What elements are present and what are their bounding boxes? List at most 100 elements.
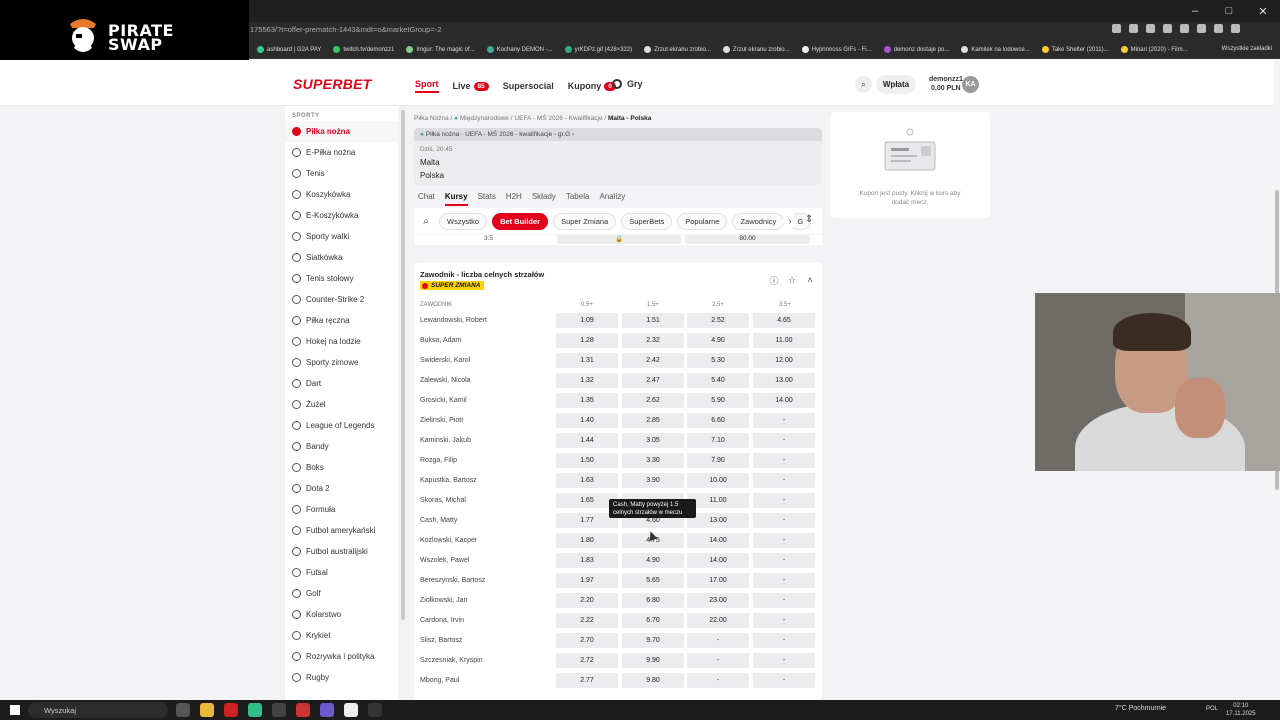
odd-button[interactable]: 1.35 [556, 393, 618, 408]
odd-button[interactable]: 3.30 [622, 453, 684, 468]
odd-button[interactable]: 1.97 [556, 573, 618, 588]
obs-icon[interactable] [272, 703, 286, 717]
filter-chip[interactable]: Popularne [677, 212, 728, 230]
sidebar-item[interactable]: Golf [285, 583, 398, 604]
event-tab[interactable]: Stats [478, 192, 496, 206]
sidebar-item[interactable]: Żużel [285, 394, 398, 415]
superbet-logo[interactable]: SUPERBET [293, 76, 372, 92]
event-tab[interactable]: Tabela [566, 192, 590, 206]
sidebar-item[interactable]: Piłka ręczna [285, 310, 398, 331]
discord-icon[interactable] [320, 703, 334, 717]
competition-header[interactable]: ● Piłka nożna · UEFA - MŚ 2026 - kwalifi… [414, 128, 822, 141]
odd-button[interactable]: 5.30 [687, 353, 749, 368]
capcut-icon[interactable] [344, 703, 358, 717]
bookmark[interactable]: yrKDPz.gif (428×322) [564, 46, 632, 53]
language-indicator[interactable]: POL [1206, 706, 1218, 712]
sidebar-item[interactable]: Counter-Strike 2 [285, 289, 398, 310]
sidebar-item[interactable]: Krykiet [285, 625, 398, 646]
bookmark[interactable]: Take Shelter (2011)... [1041, 46, 1109, 53]
sidebar-item[interactable]: Dart [285, 373, 398, 394]
event-tab[interactable]: H2H [506, 192, 522, 206]
odd-button[interactable]: 1.63 [556, 473, 618, 488]
sidebar-item[interactable]: Boks [285, 457, 398, 478]
odd-button[interactable]: 5.90 [687, 393, 749, 408]
sidebar-item[interactable]: Tenis [285, 163, 398, 184]
odd-button[interactable]: 13.00 [687, 513, 749, 528]
odd-button[interactable]: 2.42 [622, 353, 684, 368]
minimize-button[interactable]: – [1178, 0, 1212, 22]
odd-button[interactable]: 2.20 [556, 593, 618, 608]
odd-button[interactable]: 13.00 [753, 373, 815, 388]
sidebar-item[interactable]: Futbol australijski [285, 541, 398, 562]
sidebar-item[interactable]: Futsal [285, 562, 398, 583]
odd-button[interactable]: 23.00 [687, 593, 749, 608]
sidebar-item[interactable]: Dota 2 [285, 478, 398, 499]
nav-supersocial[interactable]: Supersocial [503, 79, 554, 93]
extension-icon[interactable] [1146, 24, 1155, 33]
breadcrumb-item[interactable]: Międzynarodowe [460, 115, 509, 122]
odd-button[interactable]: 6.70 [622, 613, 684, 628]
odd-button[interactable]: 2.22 [556, 613, 618, 628]
odd-button[interactable]: 80.00 [685, 235, 810, 244]
event-tab[interactable]: Kursy [444, 192, 468, 206]
odd-button[interactable]: 6.80 [622, 593, 684, 608]
close-button[interactable]: ✕ [1246, 0, 1280, 22]
star-icon[interactable]: ☆ [787, 275, 797, 285]
odd-button[interactable]: 1.80 [556, 533, 618, 548]
search-icon[interactable]: ⌕ [855, 76, 872, 93]
windows-start-icon[interactable] [10, 705, 20, 715]
sort-icon[interactable]: ⇕ [805, 214, 813, 225]
filter-chip[interactable]: Zawodnicy [732, 212, 785, 230]
sidebar-item[interactable]: Rugby [285, 667, 398, 688]
odd-button[interactable]: 4.90 [622, 553, 684, 568]
extension-icon[interactable] [1180, 24, 1189, 33]
sidebar-item[interactable]: Tenis stołowy [285, 268, 398, 289]
sidebar-scrollbar[interactable] [401, 110, 405, 620]
nav-sport[interactable]: Sport [415, 79, 439, 93]
event-tab[interactable]: Chat [418, 192, 435, 206]
chrome-icon[interactable] [248, 703, 262, 717]
sidebar-item[interactable]: Hokej na lodzie [285, 331, 398, 352]
nav-kupony[interactable]: Kupony 0 [568, 79, 616, 93]
sidebar-item[interactable]: League of Legends [285, 415, 398, 436]
odd-button[interactable]: 1.83 [556, 553, 618, 568]
sidebar-item[interactable]: E-Koszykówka [285, 205, 398, 226]
odd-button[interactable]: 2.85 [622, 413, 684, 428]
odd-button[interactable]: 3.05 [622, 433, 684, 448]
clock[interactable]: 02:10 17.11.2025 [1226, 702, 1256, 718]
odd-button[interactable]: 2.72 [556, 653, 618, 668]
odd-button[interactable]: 3.90 [622, 473, 684, 488]
opera-icon[interactable] [224, 703, 238, 717]
extension-icon[interactable] [1231, 24, 1240, 33]
bookmark[interactable]: Hypnnnoss GIFs - Fi... [801, 46, 872, 53]
bookmark[interactable]: Kamilek na lodowce... [961, 46, 1030, 53]
sidebar-item[interactable]: E-Piłka nożna [285, 142, 398, 163]
odd-button[interactable]: 14.00 [753, 393, 815, 408]
bookmark[interactable]: ashboard | G2A PAY [257, 46, 321, 53]
nav-live[interactable]: Live 85 [453, 79, 489, 93]
odd-button[interactable]: 4.90 [687, 333, 749, 348]
deposit-button[interactable]: Wpłata [876, 75, 916, 94]
chevron-up-icon[interactable]: ˄ [805, 275, 815, 285]
odd-button[interactable]: 2.52 [687, 313, 749, 328]
bookmark[interactable]: Zrzut ekranu zrobio... [722, 46, 790, 53]
odd-button[interactable]: 17.00 [687, 573, 749, 588]
sidebar-item[interactable]: Formuła [285, 499, 398, 520]
sidebar-item[interactable]: Kolarstwo [285, 604, 398, 625]
info-icon[interactable]: ⓘ [769, 275, 779, 286]
sidebar-item[interactable]: Bandy [285, 436, 398, 457]
odd-button[interactable]: 7.90 [687, 453, 749, 468]
sidebar-item[interactable]: Sporty zimowe [285, 352, 398, 373]
taskview-icon[interactable] [176, 703, 190, 717]
bookmark[interactable]: Kochany DEMON -... [486, 46, 553, 53]
chevron-right-icon[interactable]: › [783, 214, 797, 228]
bookmark[interactable]: Imgur: The magic of... [406, 46, 475, 53]
odd-button[interactable]: 6.60 [687, 413, 749, 428]
all-bookmarks[interactable]: Wszystkie zakładki [1222, 46, 1272, 52]
extension-icon[interactable] [1163, 24, 1172, 33]
odd-button[interactable]: 14.00 [687, 533, 749, 548]
odd-button[interactable]: 9.70 [622, 633, 684, 648]
app-icon[interactable] [368, 703, 382, 717]
odd-button[interactable]: 2.32 [622, 333, 684, 348]
odd-button[interactable]: 1.32 [556, 373, 618, 388]
